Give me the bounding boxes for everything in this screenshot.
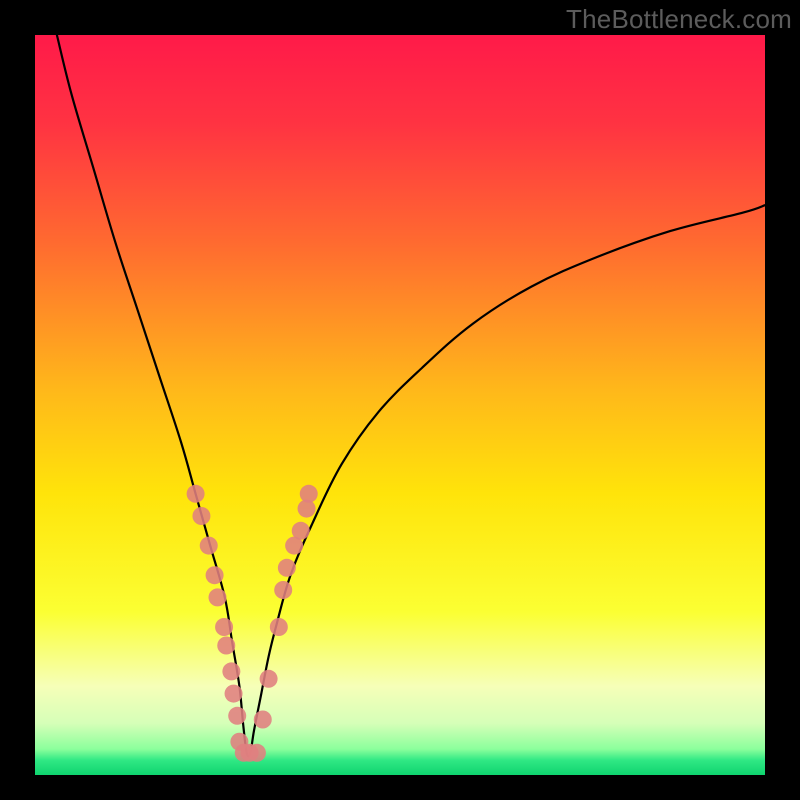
sample-point xyxy=(209,588,227,606)
sample-point xyxy=(260,670,278,688)
sample-point xyxy=(292,522,310,540)
sample-point xyxy=(300,485,318,503)
plot-area xyxy=(35,35,765,775)
sample-point xyxy=(270,618,288,636)
sample-point xyxy=(217,637,235,655)
sample-point xyxy=(228,707,246,725)
sample-point xyxy=(200,537,218,555)
bottleneck-curve xyxy=(57,35,765,756)
sample-point xyxy=(225,685,243,703)
sample-point xyxy=(206,566,224,584)
sample-point xyxy=(222,662,240,680)
sample-point xyxy=(274,581,292,599)
sample-point xyxy=(278,559,296,577)
watermark-text: TheBottleneck.com xyxy=(566,4,792,35)
plot-svg xyxy=(35,35,765,775)
sample-point xyxy=(254,711,272,729)
sample-point xyxy=(248,744,266,762)
sample-point xyxy=(215,618,233,636)
chart-frame: TheBottleneck.com xyxy=(0,0,800,800)
sample-point xyxy=(187,485,205,503)
sample-point xyxy=(192,507,210,525)
sample-points-group xyxy=(187,485,318,762)
